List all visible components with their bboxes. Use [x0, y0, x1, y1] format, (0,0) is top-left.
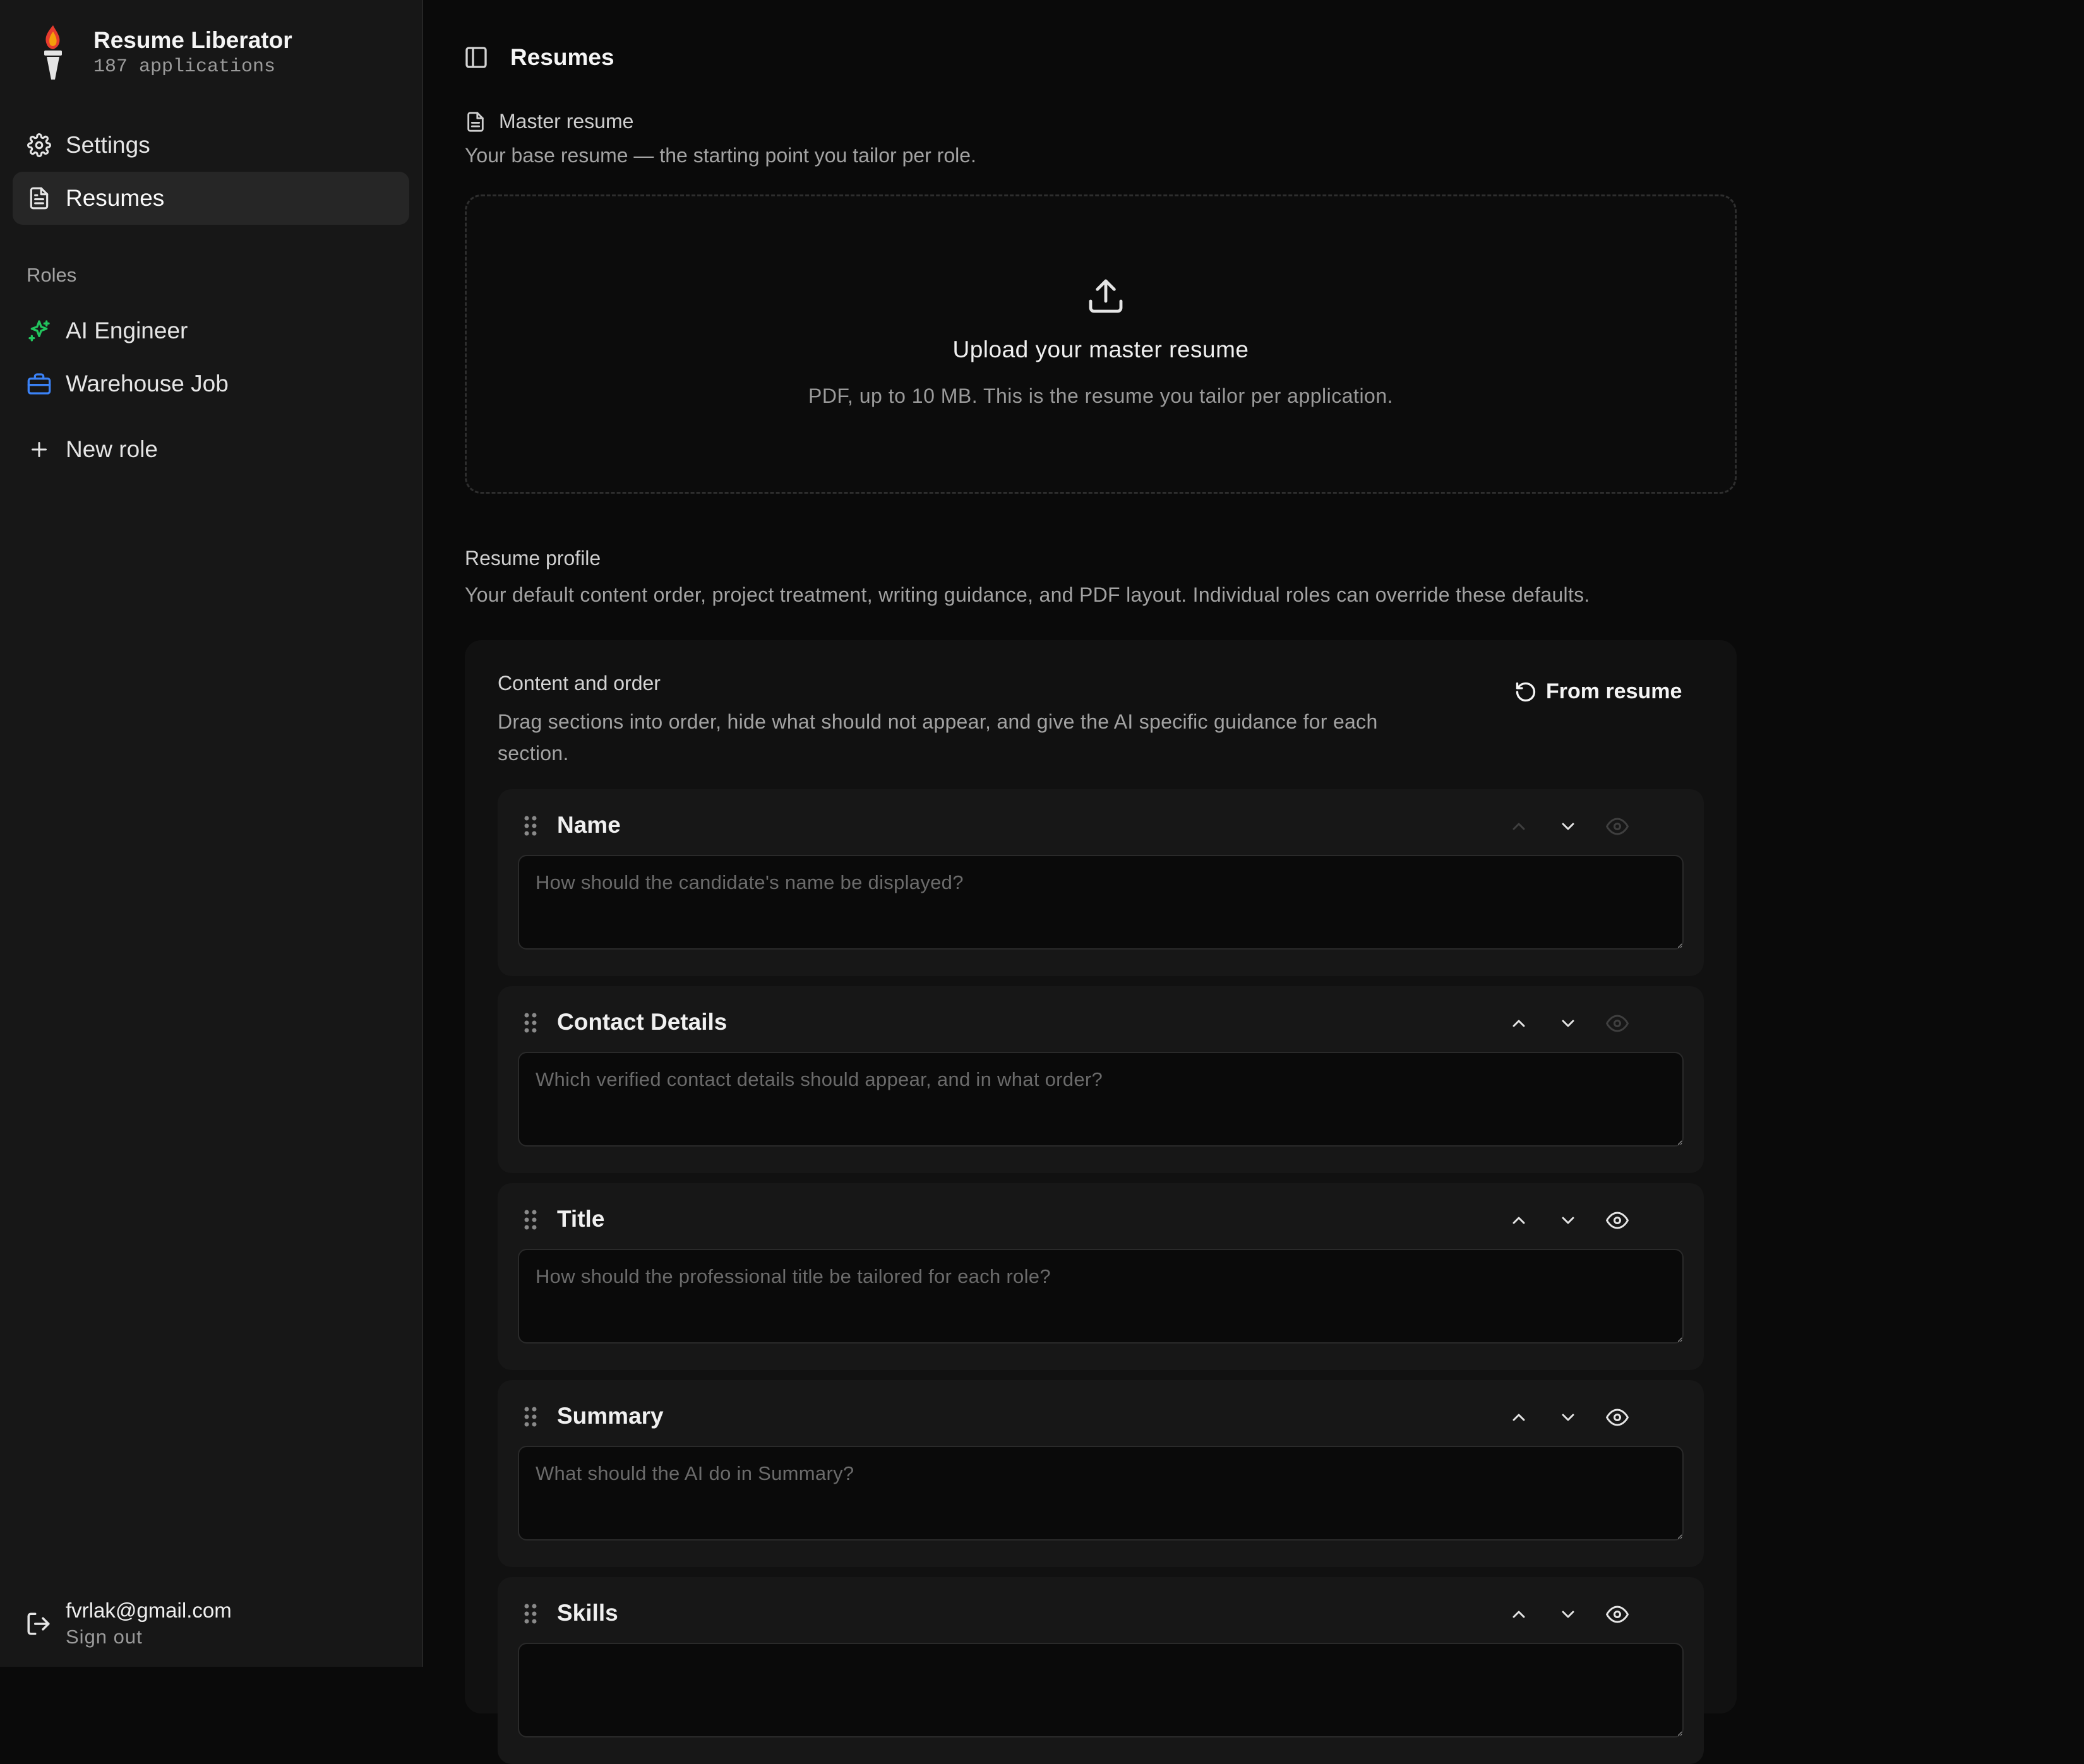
sidebar-item-label: AI Engineer: [66, 318, 188, 343]
master-resume-title: Master resume: [499, 110, 634, 133]
content-order-description: Drag sections into order, hide what shou…: [498, 710, 1378, 765]
app-title: Resume Liberator: [93, 27, 292, 53]
torch-logo-icon: [44, 25, 62, 80]
sidebar-item-resumes[interactable]: Resumes: [13, 172, 409, 225]
section-guidance-input[interactable]: [518, 1643, 1684, 1737]
section-guidance-input[interactable]: [518, 1052, 1684, 1147]
move-up-button[interactable]: [1503, 1599, 1535, 1630]
user-footer[interactable]: fvrlak@gmail.com Sign out: [25, 1597, 232, 1650]
roles-section-label: Roles: [27, 264, 77, 286]
brand: Resume Liberator 187 applications: [33, 23, 292, 82]
visibility-toggle[interactable]: [1602, 811, 1633, 842]
eye-icon: [1606, 1212, 1629, 1229]
new-role-label: New role: [66, 436, 158, 462]
sidebar: Resume Liberator 187 applications Settin…: [0, 0, 423, 1667]
eye-icon: [1606, 1409, 1629, 1426]
section-title: Skills: [557, 1600, 618, 1626]
drag-handle-icon[interactable]: [523, 1010, 538, 1039]
upload-icon: [1086, 276, 1126, 319]
visibility-toggle[interactable]: [1602, 1402, 1633, 1433]
gear-icon: [27, 133, 52, 158]
section-card-summary: Summary: [498, 1380, 1704, 1567]
document-icon: [465, 111, 486, 133]
sidebar-item-label: Resumes: [66, 185, 165, 211]
move-down-button[interactable]: [1552, 811, 1584, 842]
section-card-contact-details: Contact Details: [498, 986, 1704, 1173]
page-title: Resumes: [510, 44, 614, 70]
new-role-button[interactable]: New role: [13, 423, 409, 476]
document-icon: [27, 186, 52, 211]
user-email: fvrlak@gmail.com: [66, 1599, 232, 1622]
drag-handle-icon[interactable]: [523, 813, 538, 842]
chevron-down-icon: [1562, 1611, 1574, 1618]
chevron-down-icon: [1562, 1414, 1574, 1421]
section-card-skills: Skills: [498, 1577, 1704, 1764]
move-down-button[interactable]: [1552, 1599, 1584, 1630]
upload-description: PDF, up to 10 MB. This is the resume you…: [808, 384, 1394, 407]
from-resume-button[interactable]: From resume: [1514, 679, 1682, 704]
resume-profile-description: Your default content order, project trea…: [465, 583, 1590, 606]
briefcase-icon: [27, 371, 52, 396]
reset-icon: [1514, 681, 1537, 703]
drag-handle-icon[interactable]: [523, 1207, 538, 1236]
section-title: Summary: [557, 1403, 664, 1429]
chevron-up-icon: [1512, 1414, 1525, 1421]
resume-profile-label: Resume profile: [465, 547, 601, 569]
upload-dropzone[interactable]: Upload your master resume PDF, up to 10 …: [465, 194, 1737, 494]
sidebar-item-ai-engineer[interactable]: AI Engineer: [13, 304, 409, 357]
chevron-up-icon: [1512, 1020, 1525, 1027]
section-title: Title: [557, 1206, 605, 1232]
section-title: Name: [557, 812, 621, 838]
section-title: Contact Details: [557, 1009, 728, 1035]
topbar: Resumes: [464, 44, 614, 71]
eye-icon: [1606, 818, 1629, 835]
plus-icon: [27, 437, 52, 462]
section-card-name: Name: [498, 789, 1704, 976]
section-card-title: Title: [498, 1183, 1704, 1370]
chevron-up-icon: [1512, 1217, 1525, 1224]
eye-icon: [1606, 1606, 1629, 1623]
move-down-button[interactable]: [1552, 1205, 1584, 1236]
content-order-title: Content and order: [498, 672, 661, 694]
chevron-down-icon: [1562, 1217, 1574, 1224]
section-guidance-input[interactable]: [518, 1249, 1684, 1344]
sidebar-item-warehouse-job[interactable]: Warehouse Job: [13, 357, 409, 410]
master-resume-label: Master resume: [465, 110, 633, 133]
from-resume-label: From resume: [1546, 679, 1682, 703]
section-guidance-input[interactable]: [518, 1446, 1684, 1541]
sidebar-item-settings[interactable]: Settings: [13, 119, 409, 172]
chevron-down-icon: [1562, 823, 1574, 830]
sidebar-item-label: Settings: [66, 132, 150, 158]
visibility-toggle[interactable]: [1602, 1008, 1633, 1039]
move-down-button[interactable]: [1552, 1008, 1584, 1039]
section-guidance-input[interactable]: [518, 855, 1684, 950]
move-up-button[interactable]: [1503, 1205, 1535, 1236]
chevron-up-icon: [1512, 823, 1525, 830]
drag-handle-icon[interactable]: [523, 1601, 538, 1630]
move-up-button[interactable]: [1503, 811, 1535, 842]
sign-out-icon: [25, 1611, 52, 1637]
sidebar-item-label: Warehouse Job: [66, 371, 229, 396]
sparkles-icon: [27, 318, 52, 343]
upload-title: Upload your master resume: [952, 337, 1249, 362]
master-resume-description: Your base resume — the starting point yo…: [465, 144, 976, 167]
eye-icon: [1606, 1015, 1629, 1032]
chevron-down-icon: [1562, 1020, 1574, 1027]
sidebar-toggle-icon[interactable]: [464, 45, 489, 70]
visibility-toggle[interactable]: [1602, 1205, 1633, 1236]
move-up-button[interactable]: [1503, 1402, 1535, 1433]
visibility-toggle[interactable]: [1602, 1599, 1633, 1630]
chevron-up-icon: [1512, 1611, 1525, 1618]
move-down-button[interactable]: [1552, 1402, 1584, 1433]
application-count: 187 applications: [93, 56, 276, 78]
drag-handle-icon[interactable]: [523, 1404, 538, 1433]
move-up-button[interactable]: [1503, 1008, 1535, 1039]
sign-out-link[interactable]: Sign out: [66, 1624, 232, 1650]
content-order-panel: Content and order Drag sections into ord…: [465, 640, 1737, 1764]
